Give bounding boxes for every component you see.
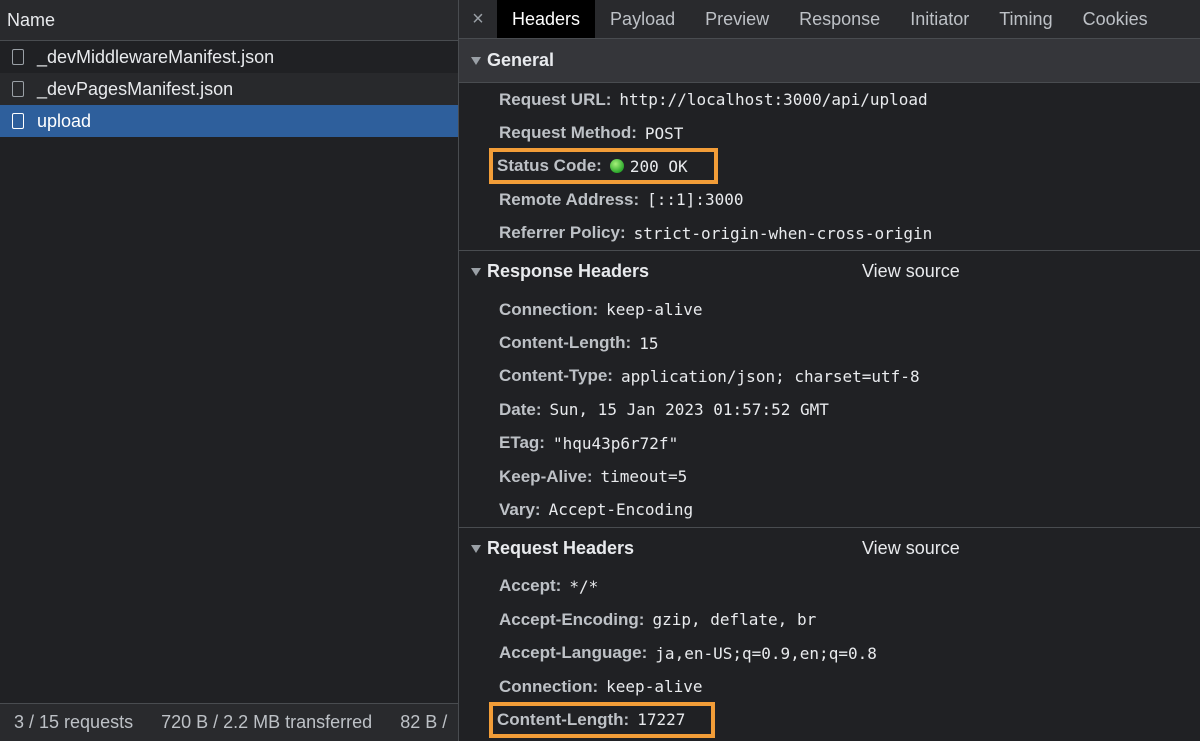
header-value: timeout=5	[600, 467, 688, 487]
header-row: Accept-Encoding: gzip, deflate, br	[459, 603, 1200, 636]
header-value: Sun, 15 Jan 2023 01:57:52 GMT	[549, 400, 829, 420]
resources-size: 82 B /	[400, 712, 448, 732]
tab-initiator[interactable]: Initiator	[895, 0, 984, 38]
status-ok-icon	[609, 159, 624, 174]
header-key: Content-Length:	[499, 333, 632, 353]
header-value: POST	[644, 123, 684, 143]
general-section-header[interactable]: General	[459, 39, 1200, 83]
section-title: Request Headers	[487, 538, 635, 559]
header-row: Vary: Accept-Encoding	[459, 493, 1200, 526]
tab-response[interactable]: Response	[784, 0, 895, 38]
request-name: _devMiddlewareManifest.json	[37, 46, 275, 67]
header-row: Connection: keep-alive	[459, 293, 1200, 326]
request-row-selected[interactable]: upload	[0, 105, 458, 137]
header-value: "hqu43p6r72f"	[552, 433, 679, 453]
request-details-panel: × Headers Payload Preview Response Initi…	[459, 0, 1200, 741]
header-value: [::1]:3000	[647, 190, 744, 210]
header-row: Keep-Alive: timeout=5	[459, 460, 1200, 493]
response-headers-section-header[interactable]: Response Headers View source	[459, 249, 1200, 293]
tab-cookies[interactable]: Cookies	[1068, 0, 1163, 38]
header-value: */*	[569, 576, 599, 596]
triangle-down-icon	[471, 544, 481, 553]
header-row: Accept-Language: ja,en-US;q=0.9,en;q=0.8	[459, 636, 1200, 669]
header-key: Accept-Encoding:	[499, 609, 645, 629]
header-value: keep-alive	[606, 300, 703, 320]
header-value: Accept-Encoding	[548, 500, 694, 520]
status-code-highlight: Status Code: 200 OK	[489, 148, 718, 185]
header-key: Accept:	[499, 576, 562, 596]
tab-headers[interactable]: Headers	[497, 0, 596, 38]
tab-payload[interactable]: Payload	[595, 0, 690, 38]
header-row: Date: Sun, 15 Jan 2023 01:57:52 GMT	[459, 393, 1200, 426]
header-row: Request URL: http://localhost:3000/api/u…	[459, 83, 1200, 116]
triangle-down-icon	[471, 267, 481, 276]
header-key: Date:	[499, 399, 542, 419]
header-key: Request URL:	[499, 89, 612, 109]
header-key: Vary:	[499, 499, 541, 519]
request-row[interactable]: _devMiddlewareManifest.json	[0, 41, 458, 73]
requests-count: 3 / 15 requests	[14, 712, 134, 732]
header-row: Remote Address: [::1]:3000	[459, 183, 1200, 216]
header-key: ETag:	[499, 433, 545, 453]
header-value: keep-alive	[606, 677, 703, 697]
header-key: Content-Type:	[499, 366, 613, 386]
header-value: application/json; charset=utf-8	[620, 366, 920, 386]
header-row: ETag: "hqu43p6r72f"	[459, 427, 1200, 460]
header-row: Referrer Policy: strict-origin-when-cros…	[459, 217, 1200, 250]
details-tab-bar: × Headers Payload Preview Response Initi…	[459, 0, 1200, 39]
tab-preview[interactable]: Preview	[690, 0, 784, 38]
header-value: 17227	[637, 710, 686, 730]
header-row: Content-Type: application/json; charset=…	[459, 360, 1200, 393]
status-bar: 3 / 15 requests 720 B / 2.2 MB transferr…	[0, 703, 458, 741]
header-row: Content-Length: 17227	[459, 701, 1200, 738]
view-source-link[interactable]: View source	[862, 261, 960, 282]
header-key: Content-Length:	[497, 709, 630, 729]
header-key: Status Code:	[497, 156, 602, 176]
header-row: Status Code: 200 OK	[459, 148, 1200, 185]
triangle-down-icon	[471, 56, 481, 65]
request-name: _devPagesManifest.json	[37, 78, 234, 99]
content-length-highlight: Content-Length: 17227	[488, 701, 716, 738]
header-row: Accept: */*	[459, 570, 1200, 603]
name-column-header[interactable]: Name	[0, 0, 458, 41]
header-key: Referrer Policy:	[499, 223, 626, 243]
request-headers-section-header[interactable]: Request Headers View source	[459, 526, 1200, 570]
header-key: Request Method:	[499, 123, 637, 143]
header-row: Connection: keep-alive	[459, 670, 1200, 703]
header-row: Content-Length: 15	[459, 326, 1200, 359]
file-icon	[12, 113, 24, 129]
header-value: ja,en-US;q=0.9,en;q=0.8	[655, 643, 877, 663]
request-name: upload	[37, 110, 92, 131]
tab-timing[interactable]: Timing	[984, 0, 1067, 38]
header-key: Connection:	[499, 676, 599, 696]
header-row: Request Method: POST	[459, 116, 1200, 149]
header-key: Remote Address:	[499, 189, 640, 209]
section-title: Response Headers	[487, 261, 650, 282]
file-icon	[12, 81, 24, 97]
header-value: http://localhost:3000/api/upload	[619, 90, 928, 110]
header-value: 15	[639, 333, 659, 353]
transferred-size: 720 B / 2.2 MB transferred	[161, 712, 373, 732]
header-key: Connection:	[499, 299, 599, 319]
view-source-link[interactable]: View source	[862, 538, 960, 559]
header-value: gzip, deflate, br	[652, 610, 817, 630]
header-value: 200 OK	[629, 156, 688, 176]
request-list-panel: Name _devMiddlewareManifest.json _devPag…	[0, 0, 459, 741]
request-row[interactable]: _devPagesManifest.json	[0, 73, 458, 105]
close-icon[interactable]: ×	[459, 8, 497, 31]
header-value: strict-origin-when-cross-origin	[633, 223, 933, 243]
section-title: General	[487, 50, 555, 70]
header-key: Keep-Alive:	[499, 466, 593, 486]
header-key: Accept-Language:	[499, 643, 648, 663]
file-icon	[12, 49, 24, 65]
